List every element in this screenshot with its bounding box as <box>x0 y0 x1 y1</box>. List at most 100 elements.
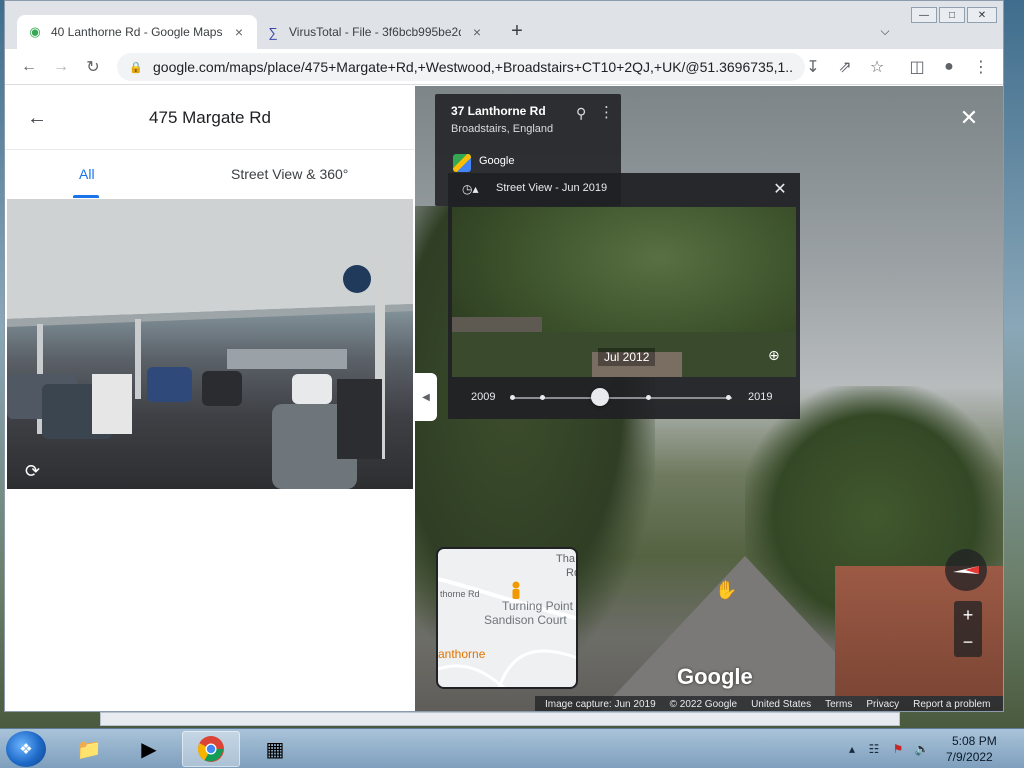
browser-toolbar: ← → ↻ 🔒 google.com/maps/place/475+Margat… <box>5 49 1003 85</box>
minimize-button[interactable]: — <box>911 7 937 23</box>
street-view-pane[interactable]: ✕ 37 Lanthorne Rd Broadstairs, England ⚲… <box>415 86 1003 711</box>
maximize-button[interactable]: □ <box>939 7 965 23</box>
time-machine-title: Street View - Jun 2019 <box>496 182 608 194</box>
lock-icon: 🔒 <box>129 61 143 74</box>
panel-header: ← 475 Margate Rd <box>5 86 414 150</box>
collapse-panel-button[interactable]: ◀ <box>415 373 437 421</box>
file-explorer-icon[interactable]: 📁 <box>60 731 118 767</box>
zoom-out-button[interactable]: − <box>954 630 982 654</box>
share-icon[interactable]: ⇗ <box>833 55 857 79</box>
side-panel-icon[interactable]: ◫ <box>905 55 929 79</box>
back-arrow-icon[interactable]: ← <box>17 55 41 79</box>
chevron-down-icon[interactable]: ⌵ <box>875 21 895 41</box>
source-label: Google <box>479 155 515 167</box>
more-options-icon[interactable]: ⋮ <box>599 104 614 124</box>
gas-station-illustration <box>7 199 413 489</box>
gas-station-photo[interactable]: ⟳ <box>7 199 413 489</box>
profile-avatar-icon[interactable]: ● <box>937 55 961 79</box>
active-tab-indicator <box>73 195 99 198</box>
photo-tabs: All Street View & 360° <box>5 150 414 198</box>
rotate-360-icon[interactable]: ⟳ <box>25 461 51 481</box>
google-maps-logo-icon <box>453 154 471 172</box>
tab-all[interactable]: All <box>79 166 95 182</box>
slider-end-year: 2019 <box>748 391 773 403</box>
image-capture-date: Image capture: Jun 2019 <box>545 699 656 710</box>
time-machine-panel: ◷▴ Street View - Jun 2019 ✕ Jul 2012 ⊕ 2… <box>448 173 800 419</box>
tray-expand-icon[interactable]: ▴ <box>844 741 860 757</box>
compass-needle <box>953 566 979 574</box>
location-pin-icon[interactable]: ⚲ <box>576 105 590 123</box>
tab-label: VirusTotal - File - 3f6bcb995be2d <box>289 25 461 39</box>
reload-icon[interactable]: ↻ <box>81 55 105 79</box>
historical-preview-image[interactable]: Jul 2012 ⊕ <box>452 207 796 377</box>
tab-street-view-360[interactable]: Street View & 360° <box>231 166 348 182</box>
action-center-flag-icon[interactable]: ⚑ <box>890 741 906 757</box>
region-link[interactable]: United States <box>751 699 811 710</box>
bookmark-star-icon[interactable]: ☆ <box>865 55 889 79</box>
url-text: google.com/maps/place/475+Margate+Rd,+We… <box>153 59 793 75</box>
back-arrow-icon[interactable]: ← <box>25 106 49 130</box>
volume-icon[interactable]: 🔈 <box>914 741 930 757</box>
browser-window: ◉ 40 Lanthorne Rd - Google Maps × ∑ Viru… <box>4 0 1004 712</box>
map-label: Tha <box>556 553 575 565</box>
tab-close-icon[interactable]: × <box>231 24 247 40</box>
privacy-link[interactable]: Privacy <box>866 699 899 710</box>
close-icon[interactable]: ✕ <box>770 179 790 199</box>
chrome-icon[interactable] <box>182 731 240 767</box>
page-title: 475 Margate Rd <box>149 108 271 127</box>
address-subtitle: Broadstairs, England <box>451 123 554 135</box>
map-label: Sandison Court <box>484 613 567 627</box>
report-problem-link[interactable]: Report a problem <box>913 699 990 710</box>
system-tray: ▴ ☷ ⚑ 🔈 5:08 PM 7/9/2022 <box>842 729 1022 768</box>
tab-virustotal[interactable]: ∑ VirusTotal - File - 3f6bcb995be2d × <box>255 15 495 49</box>
slider-start-year: 2009 <box>471 391 496 403</box>
map-label: Rd <box>566 567 576 579</box>
install-app-icon[interactable]: ↧ <box>801 55 825 79</box>
virustotal-icon: ∑ <box>268 24 278 40</box>
slider-track <box>512 397 732 399</box>
google-watermark: Google <box>677 664 753 689</box>
clock-date[interactable]: 7/9/2022 <box>946 750 993 764</box>
zoom-in-magnifier-icon[interactable]: ⊕ <box>768 347 786 365</box>
clock-time[interactable]: 5:08 PM <box>952 734 997 748</box>
minimap[interactable]: Tha Rd thorne Rd Turning Point Sandison … <box>436 547 578 689</box>
close-window-button[interactable]: ✕ <box>967 7 997 23</box>
compass-icon[interactable] <box>945 549 987 591</box>
forward-arrow-icon[interactable]: → <box>49 55 73 79</box>
tab-label: 40 Lanthorne Rd - Google Maps <box>51 25 223 39</box>
slider-stop[interactable] <box>510 395 515 400</box>
tab-strip: ◉ 40 Lanthorne Rd - Google Maps × ∑ Viru… <box>5 1 1003 49</box>
map-label: thorne Rd <box>440 589 480 599</box>
zoom-in-button[interactable]: + <box>954 603 982 627</box>
network-icon[interactable]: ☷ <box>866 741 882 757</box>
photo-panel: ← 475 Margate Rd All Street View & 360° <box>5 86 414 711</box>
year-slider[interactable]: 2009 2019 <box>448 383 800 413</box>
attribution-bar: Image capture: Jun 2019 © 2022 Google Un… <box>535 696 1003 711</box>
chrome-logo <box>198 736 224 762</box>
new-tab-button[interactable]: + <box>505 19 529 43</box>
address-title: 37 Lanthorne Rd <box>451 104 546 118</box>
slider-handle[interactable] <box>591 388 609 406</box>
map-label: anthorne <box>438 647 486 661</box>
copyright: © 2022 Google <box>669 699 738 710</box>
menu-more-icon[interactable]: ⋮ <box>969 55 993 79</box>
tab-close-icon[interactable]: × <box>469 24 485 40</box>
media-player-icon[interactable]: ▶ <box>120 731 178 767</box>
pegman-icon[interactable] <box>510 581 522 603</box>
address-bar[interactable]: 🔒 google.com/maps/place/475+Margate+Rd,+… <box>117 53 805 81</box>
terms-link[interactable]: Terms <box>825 699 852 710</box>
control-panel-icon[interactable]: ▦ <box>246 731 304 767</box>
slider-stop[interactable] <box>540 395 545 400</box>
start-button[interactable]: ❖ <box>6 731 46 767</box>
hand-cursor-icon: ✋ <box>715 580 738 600</box>
map-pin-icon: ◉ <box>29 24 41 39</box>
history-clock-icon[interactable]: ◷▴ <box>462 182 486 200</box>
preview-date: Jul 2012 <box>598 348 656 366</box>
close-icon[interactable]: ✕ <box>957 105 981 130</box>
slider-stop[interactable] <box>726 395 731 400</box>
taskbar: ❖ 📁 ▶ ▦ ▴ ☷ ⚑ 🔈 5:08 PM 7/9/2022 <box>0 728 1024 768</box>
slider-stop[interactable] <box>646 395 651 400</box>
window-bottom-strip <box>100 712 900 726</box>
zoom-controls: + − <box>954 601 982 657</box>
tab-google-maps[interactable]: ◉ 40 Lanthorne Rd - Google Maps × <box>17 15 257 49</box>
